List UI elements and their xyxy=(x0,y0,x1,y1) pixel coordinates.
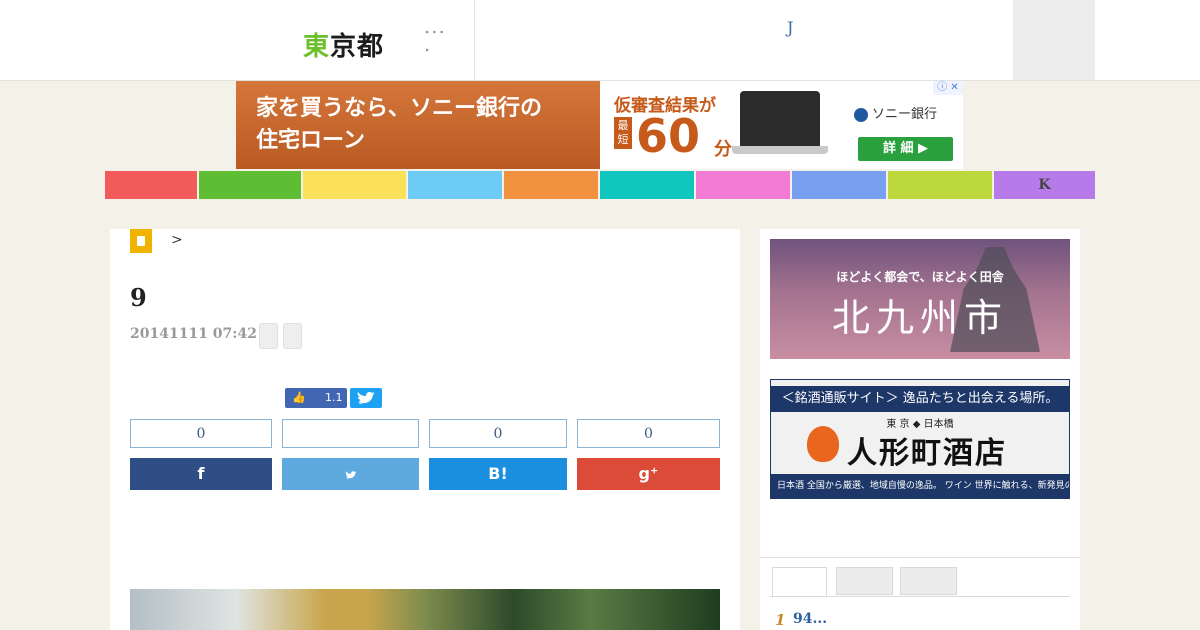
twitter-bird-icon xyxy=(357,392,375,404)
header-right-box[interactable] xyxy=(1013,0,1095,80)
facebook-like-button[interactable]: 👍 1.1 xyxy=(285,388,347,408)
header-divider xyxy=(474,0,475,80)
kitakyushu-tagline: ほどよく都会で、ほどよく田舎 xyxy=(836,270,1004,284)
ranking-number: 1 xyxy=(775,611,786,629)
category-tab-8[interactable] xyxy=(792,171,886,199)
logo-char-2: 京都 xyxy=(330,32,385,62)
gourd-icon xyxy=(807,426,839,462)
banner-unit: 分 xyxy=(714,139,732,160)
ranking-tab-3[interactable] xyxy=(900,567,957,595)
logo-char-1: 東 xyxy=(303,32,331,62)
ranking-tab-2[interactable] xyxy=(836,567,893,595)
category-tab-1[interactable] xyxy=(105,171,197,199)
share-count-google: 0 xyxy=(577,419,720,448)
article-date: 20141111 07:42 xyxy=(130,326,257,342)
banner-ad-right: ソニー銀行 詳 細 ▶ ⓘ ✕ xyxy=(838,81,963,169)
share-google-plus-button[interactable]: g⁺ xyxy=(577,458,720,490)
laptop-icon xyxy=(740,91,820,146)
detail-button[interactable]: 詳 細 ▶ xyxy=(858,137,953,161)
sidebar-divider xyxy=(760,557,1080,558)
google-plus-icon: g⁺ xyxy=(638,464,659,483)
breadcrumb-document-icon[interactable] xyxy=(130,229,152,253)
ranking-item-link[interactable]: 94... xyxy=(793,611,827,627)
sake-ad-footer: 日本酒 全国から厳選、地域自慢の逸品。 ワイン 世界に触れる、新発見の品揃え。 xyxy=(771,474,1069,498)
tag-badge-1[interactable] xyxy=(259,323,278,349)
breadcrumb-separator: > xyxy=(171,232,183,248)
category-tab-10[interactable]: K xyxy=(994,171,1095,199)
ranking-tab-1[interactable] xyxy=(772,567,827,596)
share-hatena-button[interactable]: B! xyxy=(429,458,567,490)
header-center-text[interactable]: J xyxy=(787,18,793,37)
twitter-icon xyxy=(345,470,357,479)
sake-shop-ad[interactable]: ＜銘酒通販サイト＞ 逸品たちと出会える場所。 東 京 ◆ 日本橋 人形町酒店 日… xyxy=(770,379,1070,499)
category-tab-2[interactable] xyxy=(199,171,301,199)
twitter-tweet-button[interactable] xyxy=(350,388,382,408)
site-logo[interactable]: 東京都 xyxy=(303,26,384,63)
tag-badge-2[interactable] xyxy=(283,323,302,349)
banner-headline-1: 家を買うなら、ソニー銀行の xyxy=(256,96,543,121)
nav-triangle-icons[interactable]: ‣ ‣ ‣ xyxy=(425,28,444,37)
kitakyushu-ad[interactable]: ほどよく都会で、ほどよく田舎 北九州市 xyxy=(770,239,1070,359)
share-count-hatena: 0 xyxy=(429,419,567,448)
sake-ad-header: ＜銘酒通販サイト＞ 逸品たちと出会える場所。 xyxy=(771,386,1069,412)
category-tab-6[interactable] xyxy=(600,171,694,199)
facebook-like-count: 1.1 xyxy=(325,391,343,404)
facebook-icon: f xyxy=(197,464,205,483)
nav-triangle-icon[interactable]: ‣ xyxy=(425,46,430,55)
banner-headline-2: 住宅ローン xyxy=(256,128,365,153)
sake-shop-name: 人形町酒店 xyxy=(847,436,1007,471)
banner-ad-left: 家を買うなら、ソニー銀行の 住宅ローン xyxy=(236,81,600,169)
category-tab-7[interactable] xyxy=(696,171,790,199)
brand-name: ソニー銀行 xyxy=(872,107,938,122)
share-twitter-button[interactable] xyxy=(282,458,419,490)
category-tab-4[interactable] xyxy=(408,171,502,199)
category-nav: K xyxy=(105,171,1095,199)
share-count-facebook: 0 xyxy=(130,419,272,448)
banner-ad[interactable]: 家を買うなら、ソニー銀行の 住宅ローン 仮審査結果が 最短 60 分 ソニー銀行… xyxy=(236,81,963,169)
banner-ad-middle: 仮審査結果が 最短 60 分 xyxy=(600,81,838,169)
banner-big-number: 60 xyxy=(636,109,701,163)
adchoices-icon[interactable]: ⓘ ✕ xyxy=(933,81,963,95)
article-title: 9 xyxy=(130,283,147,312)
banner-mini-label: 最短 xyxy=(614,117,632,149)
brand-logo-icon xyxy=(854,107,868,122)
article-photo xyxy=(130,589,720,630)
share-count-twitter xyxy=(282,419,419,448)
category-tab-3[interactable] xyxy=(303,171,406,199)
kitakyushu-title: 北九州市 xyxy=(831,296,1008,340)
share-facebook-button[interactable]: f xyxy=(130,458,272,490)
category-tab-9[interactable] xyxy=(888,171,992,199)
brand-label: ソニー銀行 xyxy=(854,103,937,122)
thumbs-up-icon: 👍 xyxy=(292,391,306,404)
category-tab-5[interactable] xyxy=(504,171,598,199)
laptop-base-icon xyxy=(732,146,828,154)
hatena-icon: B! xyxy=(488,464,508,483)
